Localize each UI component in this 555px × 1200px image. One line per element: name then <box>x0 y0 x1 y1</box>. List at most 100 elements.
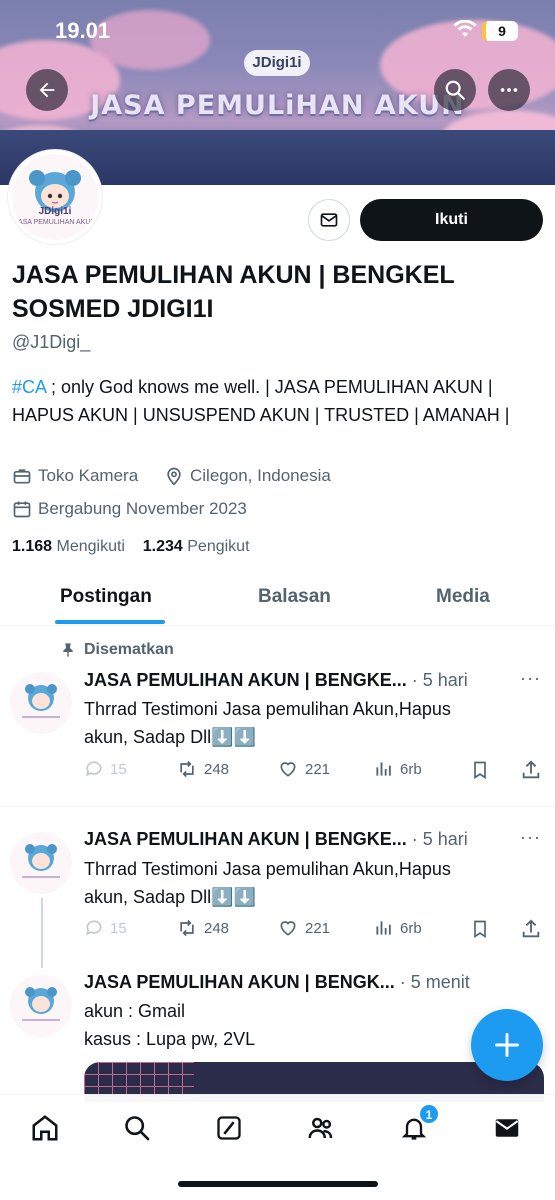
profile-name: JASA PEMULIHAN AKUN | BENGKEL SOSMED JDI… <box>12 258 542 326</box>
repost-button[interactable]: 248 <box>176 759 229 779</box>
following-link[interactable]: 1.168 Mengikuti <box>12 538 125 555</box>
repost-count: 248 <box>204 919 230 937</box>
views-chart-icon <box>376 762 391 776</box>
post-header: JASA PEMULIHAN AKUN | BENGKE... · 5 hari <box>84 829 468 850</box>
nav-search[interactable] <box>120 1111 154 1145</box>
post-text-line: akun, Sadap Dll⬇️⬇️ <box>84 887 256 907</box>
active-tab-indicator <box>55 620 165 624</box>
plus-icon <box>495 1033 519 1057</box>
followers-link[interactable]: 1.234 Pengikut <box>143 538 250 555</box>
bookmark-button[interactable] <box>470 759 496 781</box>
post-divider <box>0 806 555 807</box>
views-button[interactable]: 6rb <box>374 759 422 779</box>
post-actions: 15 248 221 6rb <box>84 759 544 783</box>
post-author[interactable]: JASA PEMULIHAN AKUN | BENGKE... <box>84 829 407 849</box>
pinned-text: Disematkan <box>84 641 174 658</box>
bookmark-icon <box>474 761 486 780</box>
post-more-button[interactable]: ··· <box>520 668 541 689</box>
heart-icon <box>280 762 296 777</box>
post-author[interactable]: JASA PEMULIHAN AKUN | BENGKE... <box>84 670 407 690</box>
like-button[interactable]: 221 <box>277 759 330 779</box>
profile-avatar[interactable]: JDigi1i JASA PEMULIHAN AKUN <box>8 150 102 244</box>
tab-posts[interactable]: Postingan <box>60 586 152 608</box>
avatar-illustration <box>22 844 60 878</box>
tab-media[interactable]: Media <box>436 586 490 608</box>
post-avatar[interactable] <box>10 975 72 1037</box>
profile-category: Toko Kamera <box>12 466 138 486</box>
views-count: 6rb <box>400 760 422 778</box>
follow-button[interactable]: Ikuti <box>360 199 543 241</box>
avatar-caption: JASA PEMULIHAN AKUN <box>14 219 96 226</box>
views-chart-icon <box>376 921 391 935</box>
share-icon <box>522 919 540 938</box>
nav-messages[interactable] <box>490 1111 524 1145</box>
category-text: Toko Kamera <box>38 466 139 485</box>
avatar-brand: JDigi1i <box>38 206 72 217</box>
message-button[interactable] <box>308 199 350 241</box>
profile-bio: #CA ; only God knows me well. | JASA PEM… <box>12 373 547 429</box>
views-button[interactable]: 6rb <box>374 918 422 938</box>
heart-icon <box>280 921 296 936</box>
post-text-line: kasus : Lupa pw, 2VL <box>84 1029 256 1049</box>
search-button[interactable] <box>434 69 476 111</box>
reply-button[interactable]: 15 <box>84 918 127 938</box>
compose-post-button[interactable] <box>471 1009 543 1081</box>
grok-slash-icon <box>217 1116 241 1140</box>
bio-text: ; only God knows me well. | JASA PEMULIH… <box>12 377 510 425</box>
nav-grok[interactable] <box>212 1111 246 1145</box>
like-button[interactable]: 221 <box>277 918 330 938</box>
following-count: 1.168 <box>12 538 53 555</box>
more-options-button[interactable] <box>488 69 530 111</box>
reply-count: 15 <box>110 760 127 778</box>
home-icon <box>32 1115 58 1141</box>
share-button[interactable] <box>520 759 548 781</box>
post-text: Thrrad Testimoni Jasa pemulihan Akun,Hap… <box>84 855 529 911</box>
envelope-icon <box>320 213 338 227</box>
pin-icon <box>63 643 73 657</box>
post-author[interactable]: JASA PEMULIHAN AKUN | BENGK... <box>84 972 395 992</box>
notification-badge: 1 <box>419 1104 439 1124</box>
post-header: JASA PEMULIHAN AKUN | BENGK... · 5 menit <box>84 972 470 993</box>
tab-replies[interactable]: Balasan <box>258 586 331 608</box>
nav-communities[interactable] <box>304 1111 338 1145</box>
bio-hashtag-link[interactable]: #CA <box>12 377 46 397</box>
followers-label: Pengikut <box>182 538 250 555</box>
nav-home[interactable] <box>28 1111 62 1145</box>
envelope-icon <box>495 1119 519 1137</box>
post-text-line: akun, Sadap Dll⬇️⬇️ <box>84 727 256 747</box>
search-icon <box>445 80 465 100</box>
reply-button[interactable]: 15 <box>84 759 127 779</box>
repost-icon <box>180 919 194 937</box>
back-arrow-icon <box>39 82 55 98</box>
bookmark-button[interactable] <box>470 918 496 940</box>
post-avatar[interactable] <box>10 672 72 734</box>
repost-button[interactable]: 248 <box>176 918 229 938</box>
post-text-line: akun : Gmail <box>84 1001 186 1021</box>
follow-counts: 1.168 Mengikuti 1.234 Pengikut <box>12 538 250 556</box>
post-avatar[interactable] <box>10 832 72 894</box>
briefcase-icon <box>13 469 31 484</box>
post-time[interactable]: · 5 menit <box>400 972 470 992</box>
post-time[interactable]: · 5 hari <box>412 829 468 849</box>
more-icon <box>500 88 518 92</box>
bookmark-icon <box>474 920 486 939</box>
post-text-line: Thrrad Testimoni Jasa pemulihan Akun,Hap… <box>84 859 451 879</box>
profile-name-line2: SOSMED JDIGI1I <box>12 295 214 323</box>
post-text: akun : Gmail kasus : Lupa pw, 2VL <box>84 997 529 1053</box>
post-time[interactable]: · 5 hari <box>412 670 468 690</box>
like-count: 221 <box>305 919 331 937</box>
profile-name-line1: JASA PEMULIHAN AKUN | BENGKEL <box>12 261 455 289</box>
profile-joined: Bergabung November 2023 <box>12 499 247 519</box>
status-time: 19.01 <box>55 18 111 43</box>
post-more-button[interactable]: ··· <box>520 827 541 848</box>
location-text: Cilegon, Indonesia <box>190 466 331 485</box>
profile-location: Cilegon, Indonesia <box>164 466 331 486</box>
share-button[interactable] <box>520 918 548 940</box>
avatar-illustration <box>22 684 60 718</box>
reply-icon <box>86 761 102 777</box>
thread-line <box>41 898 43 968</box>
location-pin-icon <box>167 467 181 486</box>
back-button[interactable] <box>26 69 68 111</box>
reply-count: 15 <box>110 919 127 937</box>
like-count: 221 <box>305 760 331 778</box>
